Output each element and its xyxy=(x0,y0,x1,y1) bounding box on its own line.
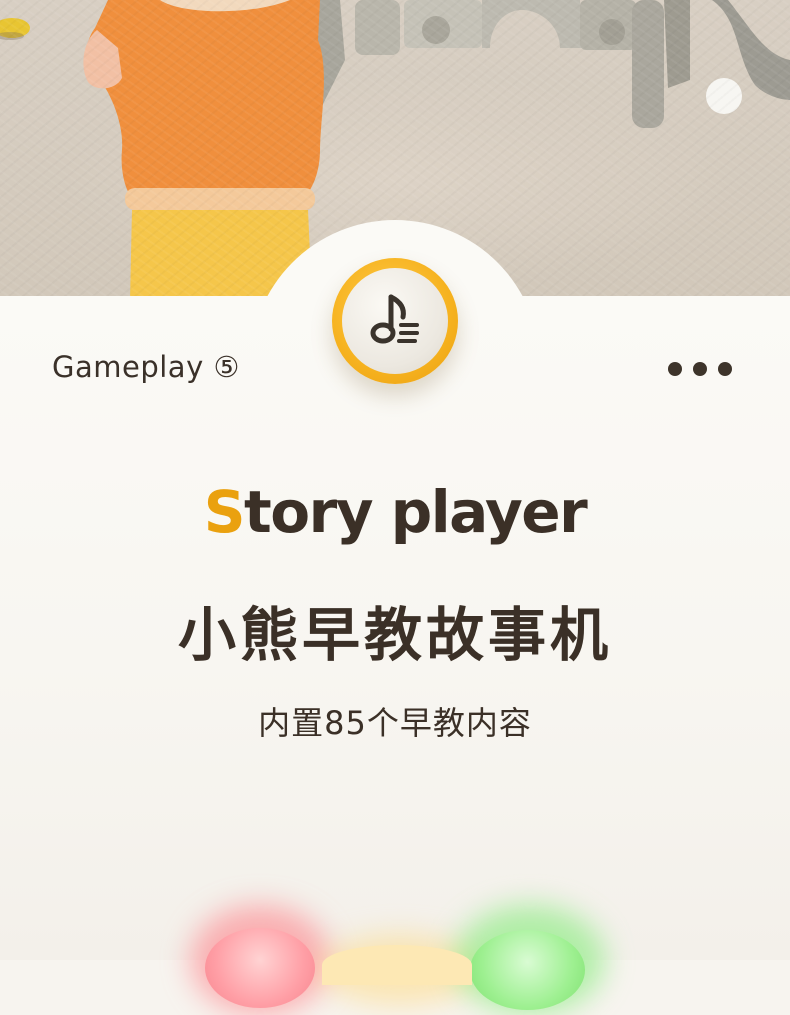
title-english: Story player xyxy=(0,478,790,546)
subtitle: 内置85个早教内容 xyxy=(258,704,532,742)
more-dots-icon[interactable] xyxy=(668,362,732,376)
dot xyxy=(668,362,682,376)
gameplay-label: Gameplay ⑤ xyxy=(52,350,240,384)
music-note-icon xyxy=(370,294,419,344)
title-first-letter: S xyxy=(203,478,246,546)
title-rest: tory player xyxy=(244,478,588,546)
music-badge xyxy=(332,258,458,384)
dot xyxy=(693,362,707,376)
yellow-button xyxy=(322,945,472,985)
dot xyxy=(718,362,732,376)
title-chinese: 小熊早教故事机 xyxy=(177,601,612,669)
red-button xyxy=(205,928,315,1008)
green-button xyxy=(470,930,585,1010)
